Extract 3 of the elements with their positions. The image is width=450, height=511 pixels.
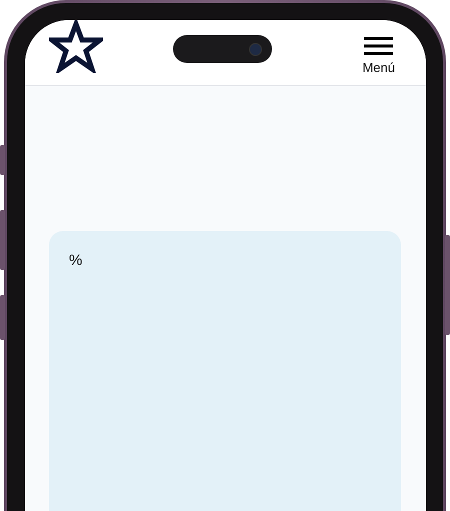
percent-label: % bbox=[69, 252, 82, 269]
menu-button[interactable]: Menú bbox=[362, 37, 395, 75]
star-logo-icon[interactable] bbox=[49, 20, 103, 73]
